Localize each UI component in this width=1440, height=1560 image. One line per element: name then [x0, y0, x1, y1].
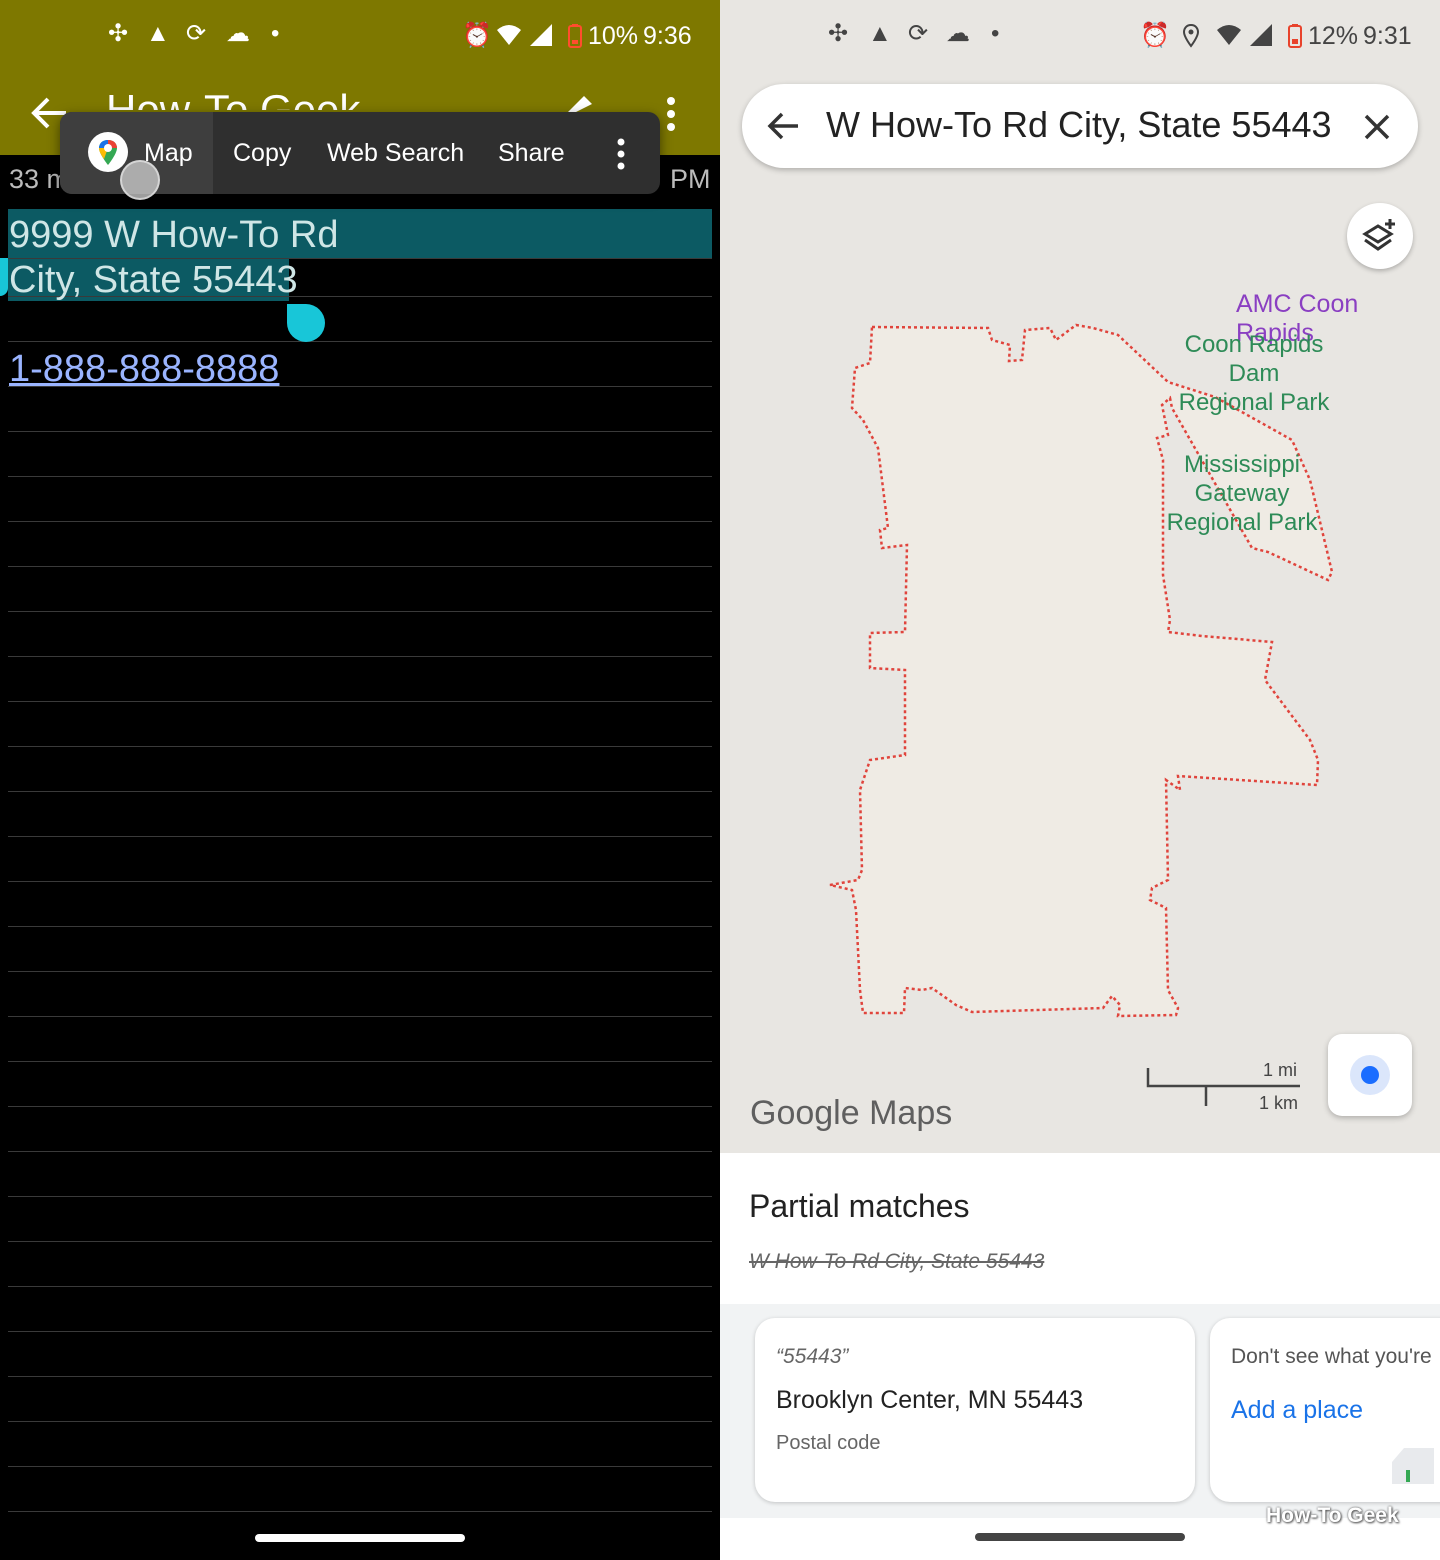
- note-rule: [8, 611, 712, 612]
- phone-link[interactable]: 1-888-888-8888: [9, 348, 279, 391]
- note-rule: [8, 1286, 712, 1287]
- battery-icon: [568, 24, 582, 48]
- sync-icon: ⟳: [186, 20, 207, 47]
- wifi-icon: [497, 25, 521, 45]
- note-rule: [8, 1421, 712, 1422]
- note-title: How-To Geek: [106, 86, 361, 110]
- result-query: “55443”: [776, 1345, 849, 1368]
- map-park-label-line: Mississippi: [1183, 451, 1300, 478]
- note-rule: [8, 791, 712, 792]
- clock: 9:36: [643, 22, 692, 50]
- note-rule: [8, 1061, 712, 1062]
- map-park-label-line: Regional Park: [1166, 509, 1318, 536]
- watermark: How-To Geek: [1266, 1504, 1399, 1527]
- note-rule: [8, 1106, 712, 1107]
- add-place-link[interactable]: Add a place: [1231, 1396, 1363, 1425]
- note-meta-right: PM: [670, 164, 711, 194]
- clear-search-icon[interactable]: [1362, 112, 1392, 142]
- more-options-icon[interactable]: [614, 138, 628, 172]
- cloud-icon: ☁: [226, 20, 250, 47]
- result-card[interactable]: “55443” Brooklyn Center, MN 55443 Postal…: [755, 1318, 1195, 1502]
- selection-handle-start[interactable]: [0, 258, 8, 296]
- gesture-nav-bar[interactable]: [975, 1533, 1185, 1541]
- my-location-button[interactable]: [1328, 1034, 1412, 1116]
- note-rule: [8, 1511, 712, 1512]
- note-rule: [8, 1466, 712, 1467]
- note-rule: [8, 926, 712, 927]
- note-rule: [8, 881, 712, 882]
- sheet-title: Partial matches: [749, 1188, 970, 1224]
- note-rule: [8, 1241, 712, 1242]
- note-rule: [8, 521, 712, 522]
- notes-app-pane: ✣ ▲ ⟳ ☁ • ⏰ 10% 9:36 How-To Geek 33 m PM…: [0, 0, 720, 1560]
- touch-indicator: [120, 160, 160, 200]
- note-rule: [8, 1151, 712, 1152]
- gesture-nav-bar[interactable]: [255, 1534, 465, 1542]
- note-rule: [8, 746, 712, 747]
- note-rule: [8, 341, 712, 342]
- note-rule: [8, 431, 712, 432]
- text-selection-menu: Map Copy Web Search Share: [60, 112, 660, 200]
- alarm-icon: ⏰: [462, 22, 492, 49]
- copy-menu-item[interactable]: Copy: [233, 139, 291, 168]
- note-rule: [8, 971, 712, 972]
- scale-label-km: 1 km: [1259, 1093, 1299, 1113]
- note-rule: [8, 701, 712, 702]
- overflow-menu-icon[interactable]: [664, 96, 678, 132]
- selection-handle-end[interactable]: [287, 304, 325, 342]
- shop-illustration-icon: [1392, 1448, 1434, 1484]
- scale-label-mi: 1 mi: [1263, 1060, 1298, 1080]
- map-park-label[interactable]: Coon Rapids Dam Regional Park: [1156, 330, 1352, 417]
- battery-percent: 10%: [588, 22, 639, 50]
- my-location-icon: [1350, 1055, 1390, 1095]
- note-rule: [8, 836, 712, 837]
- layers-button[interactable]: [1347, 203, 1413, 269]
- drive-icon: ▲: [146, 20, 170, 47]
- add-place-card[interactable]: Don't see what you're Add a place: [1210, 1318, 1440, 1502]
- map-park-label-line: Coon Rapids Dam: [1184, 331, 1324, 387]
- fan-icon: ✣: [108, 20, 129, 47]
- back-arrow-icon[interactable]: [766, 110, 800, 142]
- map-park-label[interactable]: Mississippi Gateway Regional Park: [1162, 450, 1322, 537]
- edit-pencil-icon[interactable]: [566, 94, 594, 114]
- share-menu-item[interactable]: Share: [498, 139, 565, 168]
- search-bar[interactable]: W How-To Rd City, State 55443: [742, 84, 1418, 168]
- google-maps-pane: ✣ ▲ ⟳ ☁ • ⏰ 12% 9:31 AMC Coon Rapids Coo…: [720, 0, 1440, 1560]
- web-search-menu-item[interactable]: Web Search: [327, 139, 464, 168]
- cellular-icon: [530, 24, 552, 46]
- map-park-label-line: Gateway: [1194, 480, 1290, 507]
- result-place-name: Brooklyn Center, MN 55443: [776, 1386, 1084, 1414]
- google-maps-logo: Google Maps: [750, 1094, 953, 1132]
- map-park-label-line: Regional Park: [1178, 389, 1330, 416]
- note-rule: [8, 566, 712, 567]
- dot-icon: •: [271, 20, 280, 47]
- layers-icon: [1362, 219, 1395, 251]
- result-place-type: Postal code: [776, 1432, 881, 1454]
- google-maps-icon: [88, 132, 128, 172]
- note-rule: [8, 1196, 712, 1197]
- city-boundary: [829, 323, 1334, 1018]
- sheet-query: W How-To Rd City, State 55443: [749, 1250, 1045, 1273]
- note-rule: [8, 656, 712, 657]
- note-rule: [8, 476, 712, 477]
- search-query[interactable]: W How-To Rd City, State 55443: [826, 104, 1332, 146]
- note-rule: [8, 1376, 712, 1377]
- address-line-2[interactable]: City, State 55443: [9, 259, 298, 302]
- address-line-1[interactable]: 9999 W How-To Rd: [9, 214, 338, 257]
- add-place-prompt: Don't see what you're: [1231, 1345, 1432, 1368]
- note-rule: [8, 1331, 712, 1332]
- note-rule: [8, 1016, 712, 1017]
